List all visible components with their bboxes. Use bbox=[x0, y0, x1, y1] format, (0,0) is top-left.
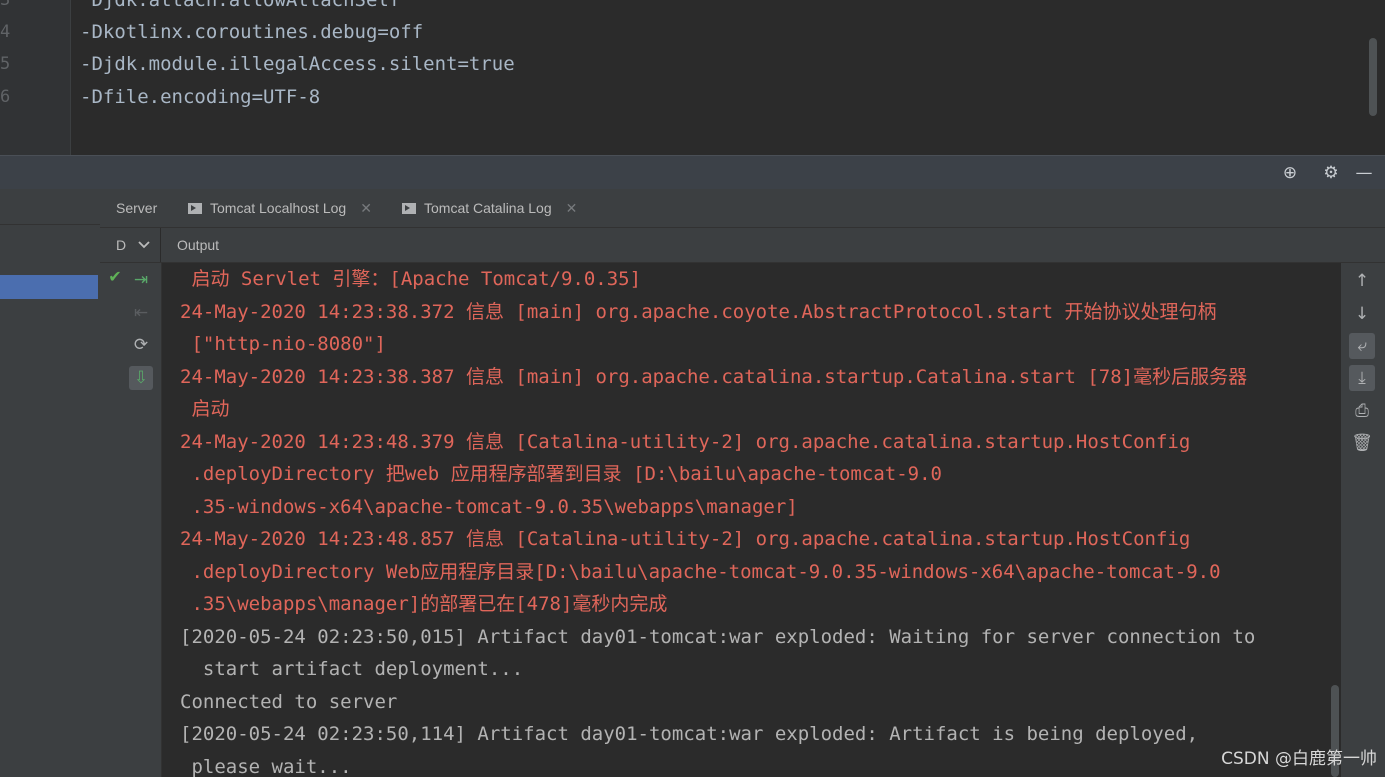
crosshair-icon[interactable]: ⊕ bbox=[1280, 163, 1300, 183]
line-number-gutter: 3 4 5 6 bbox=[0, 0, 71, 155]
divider bbox=[160, 228, 161, 262]
code-line[interactable]: Djdk.attach.allowAttachSelf bbox=[80, 0, 400, 16]
console-line: 启动 bbox=[180, 398, 230, 420]
gear-icon[interactable]: ⚙ bbox=[1321, 163, 1341, 183]
code-line[interactable]: -Dkotlinx.coroutines.debug=off bbox=[80, 16, 423, 48]
undeploy-icon[interactable]: ⇤ bbox=[129, 301, 153, 325]
tab-label: Tomcat Catalina Log bbox=[424, 200, 552, 216]
console-line: start artifact deployment... bbox=[180, 658, 524, 680]
code-line[interactable]: -Dfile.encoding=UTF-8 bbox=[80, 81, 320, 113]
scroll-to-end-icon[interactable]: ⤓ bbox=[1349, 365, 1375, 391]
trash-icon[interactable]: 🗑 bbox=[1349, 430, 1375, 456]
check-icon: ✔ bbox=[108, 267, 122, 286]
line-number: 5 bbox=[0, 54, 11, 74]
tab-tomcat-localhost-log[interactable]: Tomcat Localhost Log ✕ bbox=[188, 189, 372, 227]
tab-bar: Server Tomcat Localhost Log ✕ Tomcat Cata… bbox=[100, 189, 1385, 228]
console-icon bbox=[188, 203, 202, 214]
output-label: Output bbox=[177, 237, 220, 253]
console-line: 24-May-2020 14:23:38.387 信息 [main] org.a… bbox=[180, 366, 1248, 388]
tab-label: Server bbox=[116, 200, 158, 216]
deployment-dropdown[interactable]: D bbox=[116, 228, 150, 262]
watermark: CSDN @白鹿第一帅 bbox=[1221, 749, 1377, 769]
editor-scrollbar[interactable] bbox=[1369, 38, 1377, 116]
minimize-icon[interactable]: — bbox=[1354, 163, 1374, 183]
console-actions-toolbar: ↑ ↓ ⤶ ⤓ ⎙ 🗑 bbox=[1341, 263, 1385, 777]
console-line: 24-May-2020 14:23:48.857 信息 [Catalina-ut… bbox=[180, 528, 1191, 550]
console-line: Connected to server bbox=[180, 691, 398, 713]
console-line: .35\webapps\manager]的部署已在[478]毫秒内完成 bbox=[180, 593, 668, 615]
console-line: please wait... bbox=[180, 756, 352, 777]
code-line[interactable]: -Djdk.module.illegalAccess.silent=true bbox=[80, 48, 515, 80]
console-line: .deployDirectory 把web 应用程序部署到目录 [D:\bail… bbox=[180, 463, 942, 485]
close-icon[interactable]: ✕ bbox=[360, 200, 372, 216]
close-icon[interactable]: ✕ bbox=[566, 200, 578, 216]
server-actions-toolbar: ✔ ⇥ ⇤ ⟳ ⇩ bbox=[100, 263, 162, 777]
console-line: 启动 Servlet 引擎：[Apache Tomcat/9.0.35] bbox=[180, 268, 642, 290]
console-line: 24-May-2020 14:23:48.379 信息 [Catalina-ut… bbox=[180, 431, 1191, 453]
output-header: D Output bbox=[100, 228, 1385, 263]
console-line: .deployDirectory Web应用程序目录[D:\bailu\apac… bbox=[180, 561, 1221, 583]
console-line: [2020-05-24 02:23:50,015] Artifact day01… bbox=[180, 626, 1256, 648]
tab-tomcat-catalina-log[interactable]: Tomcat Catalina Log ✕ bbox=[402, 189, 577, 227]
line-number: 4 bbox=[0, 22, 11, 42]
refresh-icon[interactable]: ⟳ bbox=[129, 333, 153, 357]
tab-server[interactable]: Server bbox=[116, 189, 157, 227]
dropdown-value: D bbox=[116, 237, 127, 253]
arrow-down-icon[interactable]: ↓ bbox=[1349, 301, 1375, 327]
arrow-up-icon[interactable]: ↑ bbox=[1349, 268, 1375, 294]
console-output[interactable]: 启动 Servlet 引擎：[Apache Tomcat/9.0.35] 24-… bbox=[162, 263, 1341, 777]
services-tree-panel bbox=[0, 189, 101, 777]
tab-label: Tomcat Localhost Log bbox=[210, 200, 347, 216]
deploy-icon[interactable]: ⇥ bbox=[129, 268, 153, 292]
print-icon[interactable]: ⎙ bbox=[1349, 398, 1375, 424]
soft-wrap-icon[interactable]: ⤶ bbox=[1349, 333, 1375, 359]
console-icon bbox=[402, 203, 416, 214]
chevron-down-icon bbox=[138, 241, 150, 249]
line-number: 6 bbox=[0, 87, 11, 107]
console-line: .35-windows-x64\apache-tomcat-9.0.35\web… bbox=[180, 496, 798, 518]
deploy-all-icon[interactable]: ⇩ bbox=[129, 366, 153, 390]
console-line: ["http-nio-8080"] bbox=[180, 333, 386, 355]
selected-tree-item[interactable] bbox=[0, 275, 98, 299]
services-tree-toolbar bbox=[0, 189, 100, 225]
tool-window-header: ⊕ ⚙ — bbox=[0, 155, 1385, 189]
code-editor[interactable]: 3 4 5 6 Djdk.attach.allowAttachSelf -Dko… bbox=[0, 0, 1385, 155]
console-line: 24-May-2020 14:23:38.372 信息 [main] org.a… bbox=[180, 301, 1217, 323]
console-line: [2020-05-24 02:23:50,114] Artifact day01… bbox=[180, 723, 1199, 745]
line-number: 3 bbox=[0, 0, 11, 10]
